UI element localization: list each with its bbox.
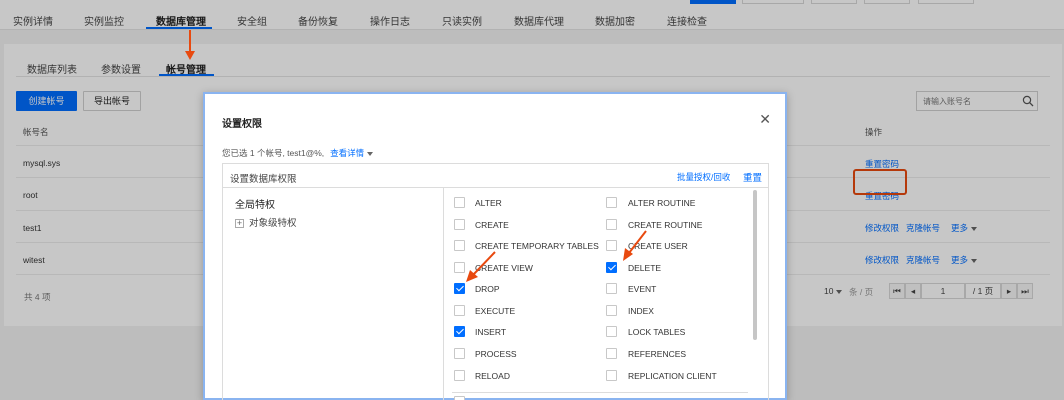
privilege-label: REPLICATION CLIENT — [628, 371, 717, 381]
dialog-title: 设置权限 — [222, 119, 262, 130]
chevron-down-icon — [367, 151, 374, 156]
privilege-label: EXECUTE — [475, 306, 516, 316]
privilege-tree: 全局特权 + 对象级特权 — [223, 188, 444, 400]
privilege-checkbox[interactable] — [454, 262, 465, 273]
privilege-list-divider — [452, 392, 748, 393]
privilege-label: REFERENCES — [628, 349, 687, 359]
permission-box-title: 设置数据库权限 — [230, 174, 297, 185]
privilege-label: CREATE ROUTINE — [628, 220, 703, 230]
privilege-label: INDEX — [628, 306, 654, 316]
privilege-checkbox[interactable] — [606, 283, 617, 294]
privilege-label: CREATE — [475, 220, 509, 230]
privilege-checkbox[interactable] — [454, 219, 465, 230]
batch-grant-revoke-link[interactable]: 批量授权/回收 — [677, 171, 730, 183]
privilege-checkbox[interactable] — [454, 240, 465, 251]
plus-icon[interactable]: + — [235, 218, 244, 228]
privilege-checkbox[interactable] — [606, 305, 617, 316]
privilege-label: LOCK TABLES — [628, 327, 686, 337]
privilege-checkbox[interactable] — [454, 396, 465, 400]
privilege-checkbox[interactable] — [454, 197, 465, 208]
privilege-label: ALTER — [475, 198, 502, 208]
privilege-label: EVENT — [628, 284, 657, 294]
privilege-label: INSERT — [475, 327, 507, 337]
privilege-label: ALTER ROUTINE — [628, 198, 696, 208]
close-icon[interactable]: ✕ — [759, 112, 771, 126]
privilege-checkbox[interactable] — [454, 305, 465, 316]
privilege-checkbox[interactable] — [606, 326, 617, 337]
privilege-label: CREATE USER — [628, 241, 688, 251]
privilege-checkbox[interactable] — [606, 240, 617, 251]
privilege-checkbox[interactable] — [606, 370, 617, 381]
tree-item-global-privileges[interactable]: 全局特权 — [235, 196, 275, 211]
privilege-label: DELETE — [628, 263, 662, 273]
privilege-label: RELOAD — [475, 371, 510, 381]
privilege-label: PROCESS — [475, 349, 517, 359]
tree-item-object-privileges[interactable]: + 对象级特权 — [235, 215, 297, 229]
privilege-label: DROP — [475, 284, 500, 294]
privilege-checkbox-checked[interactable] — [454, 326, 465, 337]
privilege-checkbox[interactable] — [454, 348, 465, 359]
view-details-link[interactable]: 查看详情 — [330, 148, 374, 158]
privilege-checkbox-checked[interactable] — [454, 283, 465, 294]
permission-box-header: 设置数据库权限 批量授权/回收 重置 — [223, 164, 768, 188]
privilege-checkbox[interactable] — [606, 197, 617, 208]
privilege-checkbox[interactable] — [454, 370, 465, 381]
privilege-checkbox-checked[interactable] — [606, 262, 617, 273]
privilege-label: CREATE VIEW — [475, 263, 533, 273]
privilege-label: CREATE TEMPORARY TABLES — [475, 241, 599, 251]
privilege-checkbox[interactable] — [606, 348, 617, 359]
privilege-checkbox[interactable] — [606, 219, 617, 230]
reset-link[interactable]: 重置 — [743, 170, 762, 184]
selected-account-info: 您已选 1 个帐号, test1@%, 查看详情 — [222, 147, 374, 159]
privilege-list-scrollbar[interactable] — [753, 190, 757, 340]
